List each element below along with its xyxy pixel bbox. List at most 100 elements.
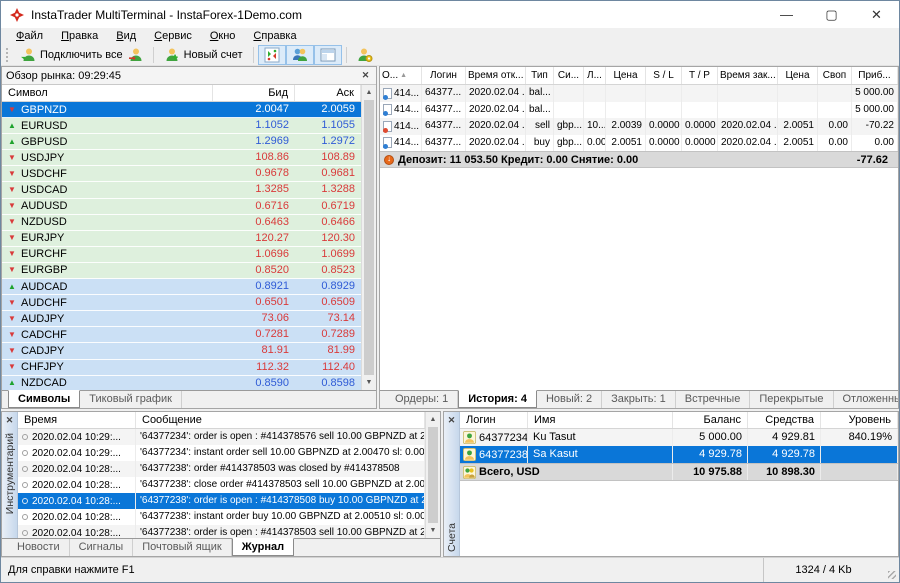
market-row[interactable]: GBPUSD 1.2969 1.2972 <box>2 134 361 150</box>
scroll-down-icon[interactable]: ▼ <box>362 375 376 390</box>
order-row[interactable]: 414... 64377... 2020.02.04 ... buy gbp..… <box>380 135 898 152</box>
column-order[interactable]: О...▲ <box>380 67 422 84</box>
menu-item[interactable]: Вид <box>107 29 145 43</box>
journal-row[interactable]: 2020.02.04 10:29:... '64377234': order i… <box>18 429 425 445</box>
column-symbol[interactable]: Символ <box>2 85 213 101</box>
column-lots[interactable]: Л... <box>584 67 606 84</box>
journal-row[interactable]: 2020.02.04 10:28:... '64377238': order #… <box>18 461 425 477</box>
connect-all-button[interactable]: Подключить все <box>14 45 149 65</box>
account-row[interactable]: 64377238 Sa Kasut 4 929.78 4 929.78 <box>460 446 898 463</box>
resize-grip[interactable] <box>883 558 899 582</box>
menu-item[interactable]: Справка <box>244 29 305 43</box>
column-login[interactable]: Логин <box>422 67 466 84</box>
market-row[interactable]: USDCHF 0.9678 0.9681 <box>2 166 361 182</box>
toggle-market-watch-button[interactable] <box>258 45 286 65</box>
column-profit[interactable]: Приб... <box>852 67 898 84</box>
journal-row[interactable]: 2020.02.04 10:28:... '64377238': order i… <box>18 493 425 509</box>
market-row[interactable]: NZDUSD 0.6463 0.6466 <box>2 215 361 231</box>
order-row[interactable]: 414... 64377... 2020.02.04 ... bal... <box>380 85 898 102</box>
toolbox-tab[interactable]: Почтовый ящик <box>133 539 231 556</box>
new-account-button[interactable]: Новый счет <box>158 45 249 65</box>
column-level[interactable]: Уровень <box>821 412 898 428</box>
column-swap[interactable]: Своп <box>818 67 852 84</box>
market-row[interactable]: AUDUSD 0.6716 0.6719 <box>2 199 361 215</box>
close-button[interactable]: ✕ <box>854 1 899 28</box>
column-sl[interactable]: S / L <box>646 67 682 84</box>
journal-scrollbar[interactable]: ▲ ▼ <box>425 412 440 538</box>
price-direction-icon <box>8 154 17 162</box>
menu-item[interactable]: Окно <box>201 29 245 43</box>
column-balance[interactable]: Баланс <box>673 412 748 428</box>
market-row[interactable]: AUDCHF 0.6501 0.6509 <box>2 295 361 311</box>
toggle-toolbox-button[interactable] <box>314 45 342 65</box>
toolbar-grip[interactable] <box>6 48 11 62</box>
market-row[interactable]: CADJPY 81.91 81.99 <box>2 343 361 359</box>
market-row[interactable]: EURUSD 1.1052 1.1055 <box>2 118 361 134</box>
scrollbar-thumb[interactable] <box>364 100 374 375</box>
scroll-up-icon[interactable]: ▲ <box>426 412 440 427</box>
column-type[interactable]: Тип <box>526 67 554 84</box>
toolbox-close-icon[interactable]: ✕ <box>3 414 16 427</box>
column-login[interactable]: Логин <box>460 412 528 428</box>
journal-row[interactable]: 2020.02.04 10:28:... '64377238': close o… <box>18 477 425 493</box>
market-row[interactable]: EURCHF 1.0696 1.0699 <box>2 247 361 263</box>
orders-tab[interactable]: Закрыть: 1 <box>602 391 676 408</box>
column-message[interactable]: Сообщение <box>136 412 425 428</box>
column-close-price[interactable]: Цена <box>778 67 818 84</box>
orders-tab[interactable]: Новый: 2 <box>537 391 602 408</box>
column-price[interactable]: Цена <box>606 67 646 84</box>
toolbox-tab[interactable]: Сигналы <box>70 539 134 556</box>
minimize-button[interactable]: — <box>764 1 809 28</box>
market-row[interactable]: USDCAD 1.3285 1.3288 <box>2 182 361 198</box>
column-tp[interactable]: T / P <box>682 67 718 84</box>
order-row[interactable]: 414... 64377... 2020.02.04 ... sell gbp.… <box>380 118 898 135</box>
market-row[interactable]: CHFJPY 112.32 112.40 <box>2 360 361 376</box>
market-watch-tab[interactable]: Тиковый график <box>80 391 182 408</box>
market-watch-close-icon[interactable]: ✕ <box>359 69 372 82</box>
orders-tab[interactable]: Ордеры: 1 <box>386 391 458 408</box>
status-help-text: Для справки нажмите F1 <box>1 564 763 576</box>
column-time[interactable]: Время <box>18 412 136 428</box>
column-symbol[interactable]: Си... <box>554 67 584 84</box>
market-row[interactable]: EURGBP 0.8520 0.8523 <box>2 263 361 279</box>
account-settings-button[interactable] <box>351 45 379 65</box>
account-row[interactable]: 64377234 Ku Tasut 5 000.00 4 929.81 840.… <box>460 429 898 446</box>
bid-value: 0.7281 <box>213 327 295 342</box>
scrollbar-thumb[interactable] <box>428 427 438 523</box>
journal-row[interactable]: 2020.02.04 10:28:... '64377238': instant… <box>18 509 425 525</box>
column-equity[interactable]: Средства <box>748 412 821 428</box>
market-watch-tab[interactable]: Символы <box>8 390 80 408</box>
orders-tab[interactable]: Перекрытые <box>750 391 833 408</box>
column-ask[interactable]: Аск <box>295 85 361 101</box>
maximize-button[interactable]: ▢ <box>809 1 854 28</box>
toolbox-tab[interactable]: Новости <box>8 539 70 556</box>
toolbar-separator <box>346 47 347 63</box>
column-close-time[interactable]: Время зак... <box>718 67 778 84</box>
menu-item[interactable]: Правка <box>52 29 107 43</box>
orders-tab[interactable]: Встречные <box>676 391 751 408</box>
menu-item[interactable]: Сервис <box>145 29 201 43</box>
order-login: 64377... <box>422 102 466 119</box>
toolbox-tab[interactable]: Журнал <box>232 538 294 556</box>
market-row[interactable]: EURJPY 120.27 120.30 <box>2 231 361 247</box>
scroll-up-icon[interactable]: ▲ <box>362 85 376 100</box>
column-bid[interactable]: Бид <box>213 85 295 101</box>
market-row[interactable]: AUDCAD 0.8921 0.8929 <box>2 279 361 295</box>
journal-row[interactable]: 2020.02.04 10:29:... '64377234': instant… <box>18 445 425 461</box>
menu-item[interactable]: Файл <box>7 29 52 43</box>
orders-tab[interactable]: История: 4 <box>458 390 537 408</box>
scroll-down-icon[interactable]: ▼ <box>426 523 440 538</box>
column-open-time[interactable]: Время отк... <box>466 67 526 84</box>
accounts-close-icon[interactable]: ✕ <box>445 414 458 427</box>
order-row[interactable]: 414... 64377... 2020.02.04 ... bal... <box>380 102 898 119</box>
toggle-accounts-button[interactable] <box>286 45 314 65</box>
accounts-rows: 64377234 Ku Tasut 5 000.00 4 929.81 840.… <box>460 429 898 463</box>
market-watch-scrollbar[interactable]: ▲ ▼ <box>361 85 376 390</box>
market-row[interactable]: GBPNZD 2.0047 2.0059 <box>2 102 361 118</box>
price-direction-icon <box>8 170 17 178</box>
orders-tab[interactable]: Отложенный: 1 <box>834 391 900 408</box>
market-row[interactable]: CADCHF 0.7281 0.7289 <box>2 327 361 343</box>
market-row[interactable]: USDJPY 108.86 108.89 <box>2 150 361 166</box>
market-row[interactable]: AUDJPY 73.06 73.14 <box>2 311 361 327</box>
column-name[interactable]: Имя <box>528 412 673 428</box>
